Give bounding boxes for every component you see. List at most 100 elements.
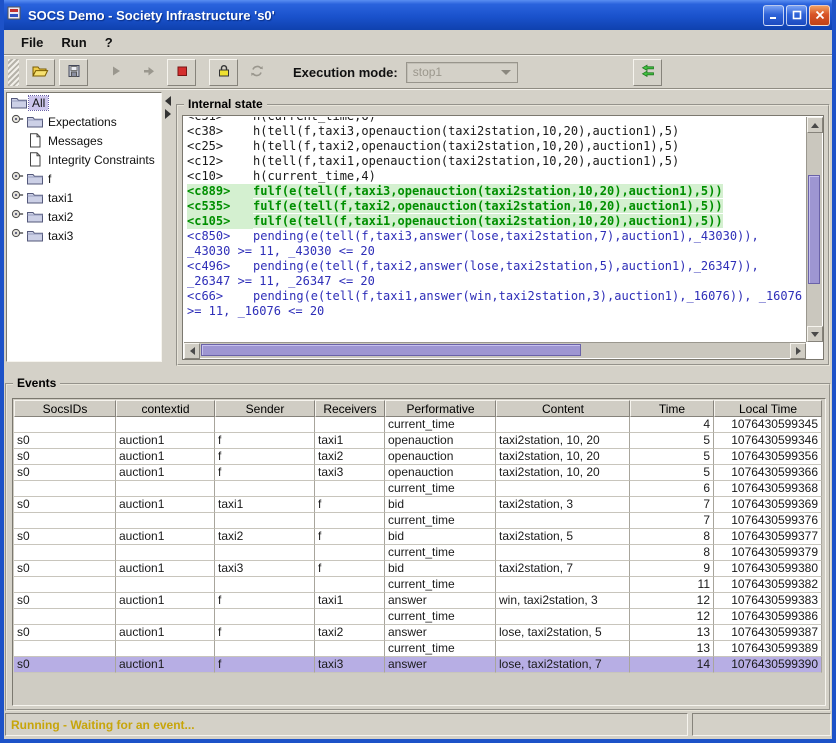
column-header-contextid[interactable]: contextid bbox=[116, 400, 215, 417]
event-cell: current_time bbox=[385, 609, 496, 625]
event-row[interactable]: s0auction1taxi2fbidtaxi2station, 5810764… bbox=[14, 529, 822, 545]
event-row[interactable]: s0auction1ftaxi2answerlose, taxi2station… bbox=[14, 625, 822, 641]
horizontal-scrollbar[interactable] bbox=[184, 342, 806, 358]
tree-item-integrity-constraints[interactable]: Integrity Constraints bbox=[7, 150, 161, 169]
tree-item-taxi1[interactable]: taxi1 bbox=[7, 188, 161, 207]
event-row[interactable]: s0auction1taxi3fbidtaxi2station, 7910764… bbox=[14, 561, 822, 577]
scroll-right-button[interactable] bbox=[790, 343, 806, 359]
column-header-socsids[interactable]: SocsIDs bbox=[14, 400, 116, 417]
column-header-sender[interactable]: Sender bbox=[215, 400, 315, 417]
close-button[interactable] bbox=[809, 5, 830, 26]
event-cell: taxi2station, 3 bbox=[496, 497, 630, 513]
arrow-up-icon bbox=[811, 123, 819, 128]
splitpane-divider[interactable] bbox=[162, 92, 176, 362]
column-header-receivers[interactable]: Receivers bbox=[315, 400, 385, 417]
tree-expander-icon[interactable] bbox=[10, 207, 26, 226]
event-cell: auction1 bbox=[116, 497, 215, 513]
event-row[interactable]: current_time131076430599389 bbox=[14, 641, 822, 657]
event-cell bbox=[215, 545, 315, 561]
vertical-scroll-thumb[interactable] bbox=[808, 175, 820, 284]
event-cell: 14 bbox=[630, 657, 714, 673]
stop-button[interactable] bbox=[167, 59, 196, 86]
arrow-right-icon bbox=[796, 347, 801, 355]
event-cell: auction1 bbox=[116, 529, 215, 545]
maximize-button[interactable] bbox=[786, 5, 807, 26]
tree-item-expectations[interactable]: Expectations bbox=[7, 112, 161, 131]
event-row[interactable]: s0auction1ftaxi1answerwin, taxi2station,… bbox=[14, 593, 822, 609]
tree-item-taxi3[interactable]: taxi3 bbox=[7, 226, 161, 245]
state-line: <c535>fulf(e(tell(f,taxi2,openauction(ta… bbox=[187, 199, 806, 214]
event-cell: current_time bbox=[385, 641, 496, 657]
event-cell: 1076430599390 bbox=[714, 657, 822, 673]
event-cell: 1076430599377 bbox=[714, 529, 822, 545]
event-row[interactable]: current_time71076430599376 bbox=[14, 513, 822, 529]
column-header-content[interactable]: Content bbox=[496, 400, 630, 417]
stop-icon bbox=[174, 63, 190, 82]
state-line: <c496>pending(e(tell(f,taxi2,answer(lose… bbox=[187, 259, 806, 274]
event-cell: 8 bbox=[630, 529, 714, 545]
event-row[interactable]: current_time111076430599382 bbox=[14, 577, 822, 593]
tree-item-f[interactable]: f bbox=[7, 169, 161, 188]
divider-collapse-left-icon[interactable] bbox=[165, 96, 171, 106]
tree-expander-icon[interactable] bbox=[10, 112, 26, 131]
event-row[interactable]: current_time121076430599386 bbox=[14, 609, 822, 625]
event-row[interactable]: s0auction1ftaxi1openauctiontaxi2station,… bbox=[14, 433, 822, 449]
tree-item-messages[interactable]: Messages bbox=[7, 131, 161, 150]
toolbar: Execution mode: stop1 bbox=[4, 56, 832, 89]
tree-expander-icon[interactable] bbox=[10, 169, 26, 188]
tree-item-taxi2[interactable]: taxi2 bbox=[7, 207, 161, 226]
horizontal-scroll-thumb[interactable] bbox=[201, 344, 581, 356]
event-row[interactable]: s0auction1taxi1fbidtaxi2station, 3710764… bbox=[14, 497, 822, 513]
event-cell bbox=[14, 513, 116, 529]
close-icon bbox=[815, 10, 825, 20]
tree-item-all[interactable]: All bbox=[7, 93, 161, 112]
event-cell: taxi3 bbox=[215, 561, 315, 577]
maximize-icon bbox=[792, 10, 802, 20]
event-row[interactable]: s0auction1ftaxi3answerlose, taxi2station… bbox=[14, 657, 822, 673]
event-row[interactable]: current_time81076430599379 bbox=[14, 545, 822, 561]
column-header-local-time[interactable]: Local Time bbox=[714, 400, 822, 417]
event-row[interactable]: current_time41076430599345 bbox=[14, 417, 822, 433]
lock-button[interactable] bbox=[209, 59, 238, 86]
tree-expander-icon[interactable] bbox=[10, 226, 26, 245]
tree-expander-icon[interactable] bbox=[10, 188, 26, 207]
divider-collapse-right-icon[interactable] bbox=[165, 109, 171, 119]
vertical-scrollbar[interactable] bbox=[806, 117, 822, 342]
tree-item-label: Messages bbox=[45, 134, 106, 148]
event-cell bbox=[14, 577, 116, 593]
arrow-left-icon bbox=[190, 347, 195, 355]
minimize-button[interactable] bbox=[763, 5, 784, 26]
event-cell bbox=[496, 513, 630, 529]
title-bar[interactable]: SOCS Demo - Society Infrastructure 's0' bbox=[0, 0, 836, 30]
menu-run[interactable]: Run bbox=[52, 33, 95, 52]
event-row[interactable]: s0auction1ftaxi3openauctiontaxi2station,… bbox=[14, 465, 822, 481]
scroll-left-button[interactable] bbox=[184, 343, 200, 359]
state-line: <c38>h(tell(f,taxi3,openauction(taxi2sta… bbox=[187, 124, 806, 139]
event-cell: 5 bbox=[630, 433, 714, 449]
scroll-down-button[interactable] bbox=[807, 326, 823, 342]
event-cell: current_time bbox=[385, 513, 496, 529]
update-society-button[interactable] bbox=[633, 59, 662, 86]
step-button bbox=[134, 59, 163, 86]
menu-help[interactable]: ? bbox=[96, 33, 122, 52]
open-button[interactable] bbox=[26, 59, 55, 86]
toolbar-drag-handle[interactable] bbox=[8, 59, 19, 86]
save-button[interactable] bbox=[59, 59, 88, 86]
event-cell: 5 bbox=[630, 449, 714, 465]
event-cell: f bbox=[215, 593, 315, 609]
column-header-performative[interactable]: Performative bbox=[385, 400, 496, 417]
event-cell: bid bbox=[385, 497, 496, 513]
event-cell: 1076430599389 bbox=[714, 641, 822, 657]
event-cell bbox=[116, 417, 215, 433]
events-panel: Events SocsIDscontextidSenderReceiversPe… bbox=[5, 383, 831, 711]
event-row[interactable]: current_time61076430599368 bbox=[14, 481, 822, 497]
event-row[interactable]: s0auction1ftaxi2openauctiontaxi2station,… bbox=[14, 449, 822, 465]
event-cell bbox=[14, 481, 116, 497]
tree-item-label: All bbox=[29, 96, 48, 110]
menu-file[interactable]: File bbox=[12, 33, 52, 52]
internal-state-text[interactable]: <c51>h(current_time,6)<c38>h(tell(f,taxi… bbox=[184, 117, 806, 342]
state-line: <c12>h(tell(f,taxi1,openauction(taxi2sta… bbox=[187, 154, 806, 169]
column-header-time[interactable]: Time bbox=[630, 400, 714, 417]
scroll-up-button[interactable] bbox=[807, 117, 823, 133]
state-line: <c66>pending(e(tell(f,taxi1,answer(win,t… bbox=[187, 289, 806, 304]
